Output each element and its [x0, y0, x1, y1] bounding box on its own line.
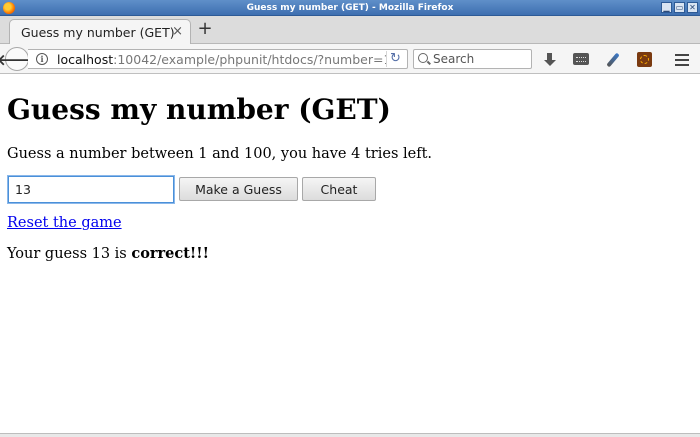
minimize-button[interactable]: ▁	[661, 2, 672, 13]
eyedropper-icon[interactable]	[604, 52, 620, 68]
firefox-logo-icon	[3, 2, 15, 14]
page-content: Guess my number (GET) Guess a number bet…	[0, 75, 700, 433]
maximize-button[interactable]: ▭	[674, 2, 685, 13]
back-button[interactable]: 🡐	[0, 47, 37, 71]
instructions-text: Guess a number between 1 and 100, you ha…	[7, 146, 433, 162]
hamburger-menu-icon[interactable]	[675, 54, 689, 66]
reload-icon[interactable]: ↻	[386, 51, 404, 67]
result-message: Your guess 13 is correct!!!	[7, 245, 209, 262]
result-strong: correct!!!	[131, 245, 210, 262]
url-host: localhost	[57, 52, 114, 67]
page-title: Guess my number (GET)	[7, 93, 391, 126]
window-title: Guess my number (GET) - Mozilla Firefox	[246, 2, 454, 13]
tab-close-icon[interactable]: ×	[172, 24, 183, 39]
close-window-button[interactable]: ✕	[687, 2, 698, 13]
url-path: :10042/example/phpunit/htdocs/?number=13…	[113, 52, 387, 67]
search-bar[interactable]	[413, 49, 532, 69]
reset-game-link[interactable]: Reset the game	[7, 215, 122, 231]
download-icon[interactable]	[542, 52, 558, 68]
make-a-guess-button[interactable]: Make a Guess	[179, 177, 298, 201]
window-bottom-edge	[0, 433, 700, 437]
cheat-button[interactable]: Cheat	[302, 177, 376, 201]
tab-strip: Guess my number (GET) × +	[0, 16, 700, 45]
navigation-toolbar: 🡐 i localhost:10042/example/phpunit/htdo…	[0, 44, 700, 74]
window-titlebar: Guess my number (GET) - Mozilla Firefox …	[0, 0, 700, 16]
addon-icon[interactable]	[637, 52, 652, 67]
url-text[interactable]: localhost:10042/example/phpunit/htdocs/?…	[57, 52, 387, 67]
tab-guess-my-number[interactable]: Guess my number (GET) ×	[9, 19, 191, 45]
search-icon	[418, 53, 428, 63]
url-bar[interactable]: i localhost:10042/example/phpunit/htdocs…	[28, 49, 408, 69]
new-tab-button[interactable]: +	[196, 20, 214, 40]
site-info-icon[interactable]: i	[36, 53, 48, 65]
guess-input[interactable]	[8, 176, 174, 203]
tab-label: Guess my number (GET)	[21, 25, 175, 40]
result-prefix: Your guess 13 is	[7, 246, 132, 262]
window-controls: ▁ ▭ ✕	[661, 2, 698, 13]
search-input[interactable]	[433, 51, 529, 67]
screenshot-icon[interactable]	[573, 53, 589, 65]
